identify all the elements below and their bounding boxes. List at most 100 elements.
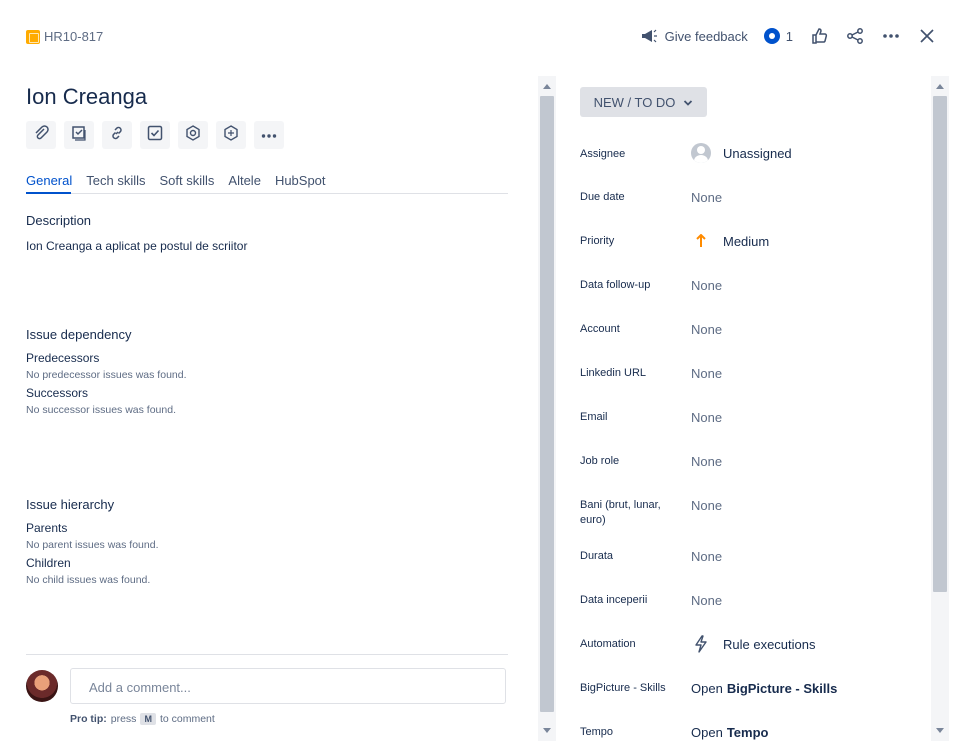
give-feedback-label: Give feedback xyxy=(664,28,748,44)
field-value-bani[interactable]: None xyxy=(691,498,722,513)
left-scrollbar[interactable] xyxy=(538,76,556,741)
description-heading: Description xyxy=(26,213,92,228)
field-label-account: Account xyxy=(580,323,620,335)
field-value-automation[interactable]: Rule executions xyxy=(691,634,816,654)
field-label-assignee: Assignee xyxy=(580,148,626,160)
status-label: NEW / TO DO xyxy=(593,94,676,110)
more-icon[interactable] xyxy=(881,26,901,46)
app-button-2[interactable] xyxy=(216,121,246,149)
field-label-data-follow-up: Data follow-up xyxy=(580,279,651,291)
field-label-bigpicture-skills: BigPicture - Skills xyxy=(580,682,666,694)
field-label-due-date: Due date xyxy=(580,191,625,203)
app-icon xyxy=(185,124,201,146)
field-value-due-date[interactable]: None xyxy=(691,190,722,205)
pro-tip-label: Pro tip: xyxy=(70,713,107,725)
link-issue-button[interactable] xyxy=(102,121,132,149)
open-prefix: Open xyxy=(691,725,723,740)
tab-tech-skills[interactable]: Tech skills xyxy=(86,173,145,188)
issue-header: HR10-817 Give feedback 1 xyxy=(0,0,953,70)
parents-empty: No parent issues was found. xyxy=(26,539,159,551)
field-value-data-inceperii[interactable]: None xyxy=(691,593,722,608)
give-feedback-button[interactable]: Give feedback xyxy=(639,26,748,46)
issue-dependency-heading: Issue dependency xyxy=(26,327,132,342)
add-checklist-button[interactable] xyxy=(64,121,94,149)
automation-value: Rule executions xyxy=(723,636,816,652)
link-icon xyxy=(109,125,125,146)
issue-hierarchy-heading: Issue hierarchy xyxy=(26,497,115,512)
avatar xyxy=(26,670,58,702)
pro-tip-press: press xyxy=(110,713,137,725)
tab-general[interactable]: General xyxy=(26,173,72,188)
field-value-data-follow-up[interactable]: None xyxy=(691,278,722,293)
issue-title[interactable]: Ion Creanga xyxy=(26,84,147,110)
pro-tip: Pro tip: press M to comment xyxy=(70,713,215,725)
right-scrollbar[interactable] xyxy=(931,76,949,741)
issue-tabs: General Tech skills Soft skills Altele H… xyxy=(26,173,326,188)
add-subtask-button[interactable] xyxy=(140,121,170,149)
field-label-email: Email xyxy=(580,411,608,423)
description-text[interactable]: Ion Creanga a aplicat pe postul de scrii… xyxy=(26,239,247,253)
field-label-bani: Bani (brut, lunar, euro) xyxy=(580,499,661,526)
issue-toolbar xyxy=(26,121,284,149)
app-button-1[interactable] xyxy=(178,121,208,149)
field-label-automation: Automation xyxy=(580,638,636,650)
scrollbar-thumb[interactable] xyxy=(933,96,947,592)
field-value-assignee[interactable]: Unassigned xyxy=(691,143,792,163)
field-value-email[interactable]: None xyxy=(691,410,722,425)
status-dropdown[interactable]: NEW / TO DO xyxy=(580,87,707,117)
tab-altele[interactable]: Altele xyxy=(228,173,261,188)
children-empty: No child issues was found. xyxy=(26,574,151,586)
comment-divider xyxy=(26,654,508,655)
issue-type-icon xyxy=(26,29,40,44)
field-label-priority: Priority xyxy=(580,235,615,247)
field-value-account[interactable]: None xyxy=(691,322,722,337)
attach-button[interactable] xyxy=(26,121,56,149)
field-label-tempo: Tempo xyxy=(580,726,614,738)
more-actions-button[interactable] xyxy=(254,121,284,149)
field-value-priority[interactable]: Medium xyxy=(691,231,769,251)
assignee-value: Unassigned xyxy=(723,145,792,161)
checkbox-icon xyxy=(147,125,163,146)
paperclip-icon xyxy=(33,124,49,146)
megaphone-icon xyxy=(639,26,659,46)
thumbs-up-icon[interactable] xyxy=(809,26,829,46)
share-icon[interactable] xyxy=(845,26,865,46)
scroll-up-arrow[interactable] xyxy=(936,84,944,89)
field-label-job-role: Job role xyxy=(580,455,620,467)
field-value-durata[interactable]: None xyxy=(691,549,722,564)
checklist-icon xyxy=(71,125,87,146)
predecessors-empty: No predecessor issues was found. xyxy=(26,369,187,381)
priority-value: Medium xyxy=(723,233,770,249)
scroll-down-arrow[interactable] xyxy=(543,728,551,733)
comment-input[interactable]: Add a comment... xyxy=(70,668,506,704)
issue-key-breadcrumb[interactable]: HR10-817 xyxy=(26,29,103,44)
more-icon xyxy=(261,126,277,144)
chevron-down-icon xyxy=(683,95,693,110)
scroll-up-arrow[interactable] xyxy=(543,84,551,89)
scroll-down-arrow[interactable] xyxy=(936,728,944,733)
open-prefix: Open xyxy=(691,681,723,696)
parents-label: Parents xyxy=(26,521,68,535)
field-value-linkedin-url[interactable]: None xyxy=(691,366,722,381)
field-label-data-inceperii: Data inceperii xyxy=(580,594,648,606)
eye-icon xyxy=(763,28,780,44)
close-icon[interactable] xyxy=(917,26,937,46)
tab-hubspot[interactable]: HubSpot xyxy=(275,173,326,188)
tabs-divider xyxy=(26,193,508,194)
priority-medium-icon xyxy=(691,231,711,251)
shortcut-key: M xyxy=(140,713,156,725)
predecessors-label: Predecessors xyxy=(26,351,100,365)
open-bigpicture-skills-link[interactable]: Open BigPicture - Skills xyxy=(691,681,837,696)
tempo-name: Tempo xyxy=(726,725,769,740)
tab-soft-skills[interactable]: Soft skills xyxy=(160,173,215,188)
lightning-icon xyxy=(691,634,711,654)
watch-button[interactable]: 1 xyxy=(763,28,793,44)
scrollbar-thumb[interactable] xyxy=(540,96,554,712)
watchers-count: 1 xyxy=(785,28,793,44)
pro-tip-rest: to comment xyxy=(159,713,215,725)
field-value-job-role[interactable]: None xyxy=(691,454,722,469)
successors-empty: No successor issues was found. xyxy=(26,404,176,416)
issue-key[interactable]: HR10-817 xyxy=(44,29,103,44)
unassigned-avatar-icon xyxy=(691,143,711,163)
open-tempo-link[interactable]: Open Tempo xyxy=(691,725,768,740)
